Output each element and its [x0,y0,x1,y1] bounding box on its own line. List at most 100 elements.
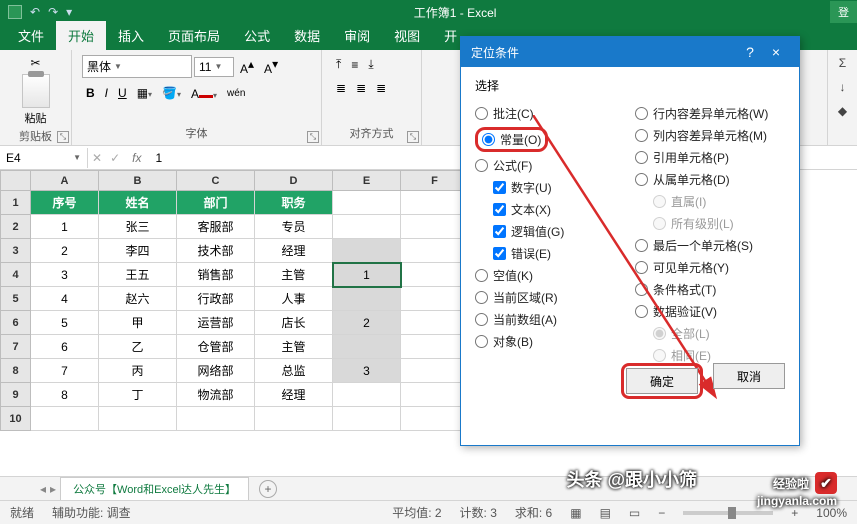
table-header-cell[interactable]: 姓名 [99,191,177,215]
select-all-corner[interactable] [1,171,31,191]
cell[interactable] [99,407,177,431]
fx-icon[interactable]: fx [124,151,149,165]
cell[interactable]: 物流部 [177,383,255,407]
cell[interactable]: 经理 [255,383,333,407]
align-launcher[interactable]: ⤡ [407,131,419,143]
cell[interactable]: 7 [31,359,99,383]
align-middle-icon[interactable]: ≡ [347,55,362,75]
option-批注(C)[interactable]: 批注(C) [475,105,625,122]
radio-input[interactable] [635,305,648,318]
row-header[interactable]: 4 [1,263,31,287]
cell[interactable]: 2 [333,311,401,335]
cut-icon[interactable]: ✂ [27,54,45,72]
cell[interactable]: 1 [333,263,401,287]
cell[interactable]: 运营部 [177,311,255,335]
cell[interactable] [31,407,99,431]
fill-color-icon[interactable]: 🪣▾ [158,83,185,103]
cell[interactable]: 丁 [99,383,177,407]
cell[interactable] [401,215,469,239]
cell[interactable] [401,263,469,287]
radio-input[interactable] [635,129,648,142]
row-header[interactable]: 1 [1,191,31,215]
cell[interactable]: 主管 [255,335,333,359]
cell[interactable] [401,407,469,431]
cell[interactable] [333,239,401,263]
ribbon-tab-0[interactable]: 文件 [6,21,56,50]
cell[interactable] [255,407,333,431]
cell[interactable] [401,311,469,335]
cell[interactable]: 人事 [255,287,333,311]
option-常量(O)[interactable]: 常量(O) [475,127,625,152]
col-header[interactable]: D [255,171,333,191]
clear-icon[interactable]: ◆ [838,104,847,118]
cancel-button[interactable]: 取消 [713,363,785,389]
ribbon-tab-5[interactable]: 数据 [282,21,332,50]
qat-more-icon[interactable]: ▾ [66,5,72,19]
save-icon[interactable] [8,5,22,19]
cell[interactable]: 甲 [99,311,177,335]
underline-button[interactable]: U [114,83,131,103]
cell[interactable] [333,287,401,311]
cell[interactable]: 6 [31,335,99,359]
radio-input[interactable] [475,269,488,282]
cell[interactable]: 销售部 [177,263,255,287]
option-空值(K)[interactable]: 空值(K) [475,267,625,284]
cell[interactable]: 赵六 [99,287,177,311]
row-header[interactable]: 10 [1,407,31,431]
checkbox-input[interactable] [493,203,506,216]
col-header[interactable]: E [333,171,401,191]
radio-input[interactable] [482,133,495,146]
option-从属单元格(D)[interactable]: 从属单元格(D) [635,171,785,188]
cell[interactable]: 1 [31,215,99,239]
radio-input[interactable] [635,283,648,296]
sheet-tab[interactable]: 公众号【Word和Excel达人先生】 [60,477,249,500]
cancel-formula-icon[interactable]: ✕ [88,151,106,165]
align-top-icon[interactable]: ⤒ [332,54,345,75]
ok-button[interactable]: 确定 [626,368,698,394]
align-left-icon[interactable]: ≣ [332,78,350,98]
radio-input[interactable] [635,239,648,252]
cell[interactable]: 仓管部 [177,335,255,359]
option-引用单元格(P)[interactable]: 引用单元格(P) [635,149,785,166]
ribbon-tab-2[interactable]: 插入 [106,21,156,50]
cell[interactable]: 网络部 [177,359,255,383]
option-当前数组(A)[interactable]: 当前数组(A) [475,311,625,328]
view-break-icon[interactable]: ▭ [629,506,640,520]
cell[interactable]: 总监 [255,359,333,383]
option-公式(F)[interactable]: 公式(F) [475,157,625,174]
clipboard-launcher[interactable]: ⤡ [57,131,69,143]
cell[interactable]: 行政部 [177,287,255,311]
option-当前区域(R)[interactable]: 当前区域(R) [475,289,625,306]
option-文本(X)[interactable]: 文本(X) [493,201,625,218]
radio-input[interactable] [475,335,488,348]
border-icon[interactable]: ▦▾ [133,83,156,103]
row-header[interactable]: 6 [1,311,31,335]
radio-input[interactable] [475,313,488,326]
row-header[interactable]: 2 [1,215,31,239]
enter-formula-icon[interactable]: ✓ [106,151,124,165]
cell[interactable]: 主管 [255,263,333,287]
close-icon[interactable]: × [763,44,789,60]
align-right-icon[interactable]: ≣ [372,78,390,98]
ribbon-tab-4[interactable]: 公式 [232,21,282,50]
cell[interactable]: 5 [31,311,99,335]
table-header-cell[interactable]: 序号 [31,191,99,215]
paste-icon[interactable] [22,74,50,108]
option-行内容差异单元格(W)[interactable]: 行内容差异单元格(W) [635,105,785,122]
radio-input[interactable] [635,107,648,120]
radio-input[interactable] [475,107,488,120]
option-逻辑值(G)[interactable]: 逻辑值(G) [493,223,625,240]
col-header[interactable]: B [99,171,177,191]
zoom-out-icon[interactable]: − [658,506,665,520]
ribbon-tab-1[interactable]: 开始 [56,21,106,50]
cell[interactable]: 技术部 [177,239,255,263]
font-launcher[interactable]: ⤡ [307,131,319,143]
option-错误(E)[interactable]: 错误(E) [493,245,625,262]
col-header[interactable]: A [31,171,99,191]
undo-icon[interactable]: ↶ [30,5,40,19]
row-header[interactable]: 9 [1,383,31,407]
paste-button[interactable]: 粘贴 [25,110,47,126]
cell[interactable] [401,287,469,311]
cell[interactable]: 张三 [99,215,177,239]
cell[interactable] [401,335,469,359]
